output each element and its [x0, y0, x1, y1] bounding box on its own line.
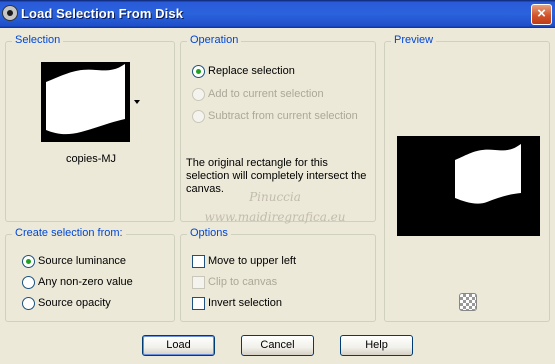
cancel-button[interactable]: Cancel: [241, 335, 314, 356]
dialog-window: Load Selection From Disk × Selection cop…: [0, 0, 555, 364]
transparency-toggle-icon[interactable]: [459, 293, 477, 311]
preview-wave-shape: [397, 136, 540, 236]
checkbox[interactable]: [192, 296, 205, 310]
radio-any-non-zero[interactable]: Any non-zero value: [22, 275, 133, 291]
radio-add-to-selection: Add to current selection: [192, 87, 324, 103]
radio-source-luminance[interactable]: Source luminance: [22, 254, 126, 270]
operation-group: Operation Replace selection Add to curre…: [180, 34, 376, 222]
operation-group-title: Operation: [187, 34, 242, 46]
radio-button[interactable]: [22, 275, 35, 289]
radio-button: [192, 109, 205, 123]
load-button[interactable]: Load: [142, 335, 215, 356]
window-title: Load Selection From Disk: [21, 6, 184, 21]
app-icon: [2, 5, 18, 21]
selection-name: copies-MJ: [65, 153, 117, 165]
options-group: Options Move to upper left Clip to canva…: [180, 227, 376, 322]
checkbox-clip-to-canvas: Clip to canvas: [192, 275, 277, 291]
wave-shape-image: [41, 62, 130, 142]
checkbox-invert-selection[interactable]: Invert selection: [192, 296, 282, 312]
preview-group: Preview: [384, 34, 550, 322]
radio-button: [192, 87, 205, 101]
radio-button[interactable]: [192, 64, 205, 78]
radio-button[interactable]: [22, 254, 35, 268]
selection-thumbnail: [41, 62, 130, 142]
radio-subtract-selection: Subtract from current selection: [192, 109, 358, 125]
create-selection-group: Create selection from: Source luminance …: [5, 227, 175, 322]
selection-group-title: Selection: [12, 34, 64, 46]
chevron-down-icon: [134, 100, 140, 104]
preview-group-title: Preview: [391, 34, 437, 46]
radio-replace-selection[interactable]: Replace selection: [192, 64, 295, 80]
checkbox[interactable]: [192, 254, 205, 268]
close-button[interactable]: ×: [531, 4, 552, 25]
preview-image: [397, 136, 540, 236]
title-bar: Load Selection From Disk ×: [0, 0, 555, 28]
selection-group: Selection copies-MJ: [5, 34, 175, 222]
operation-note: The original rectangle for this selectio…: [186, 157, 367, 195]
options-group-title: Options: [187, 227, 231, 239]
selection-dropdown[interactable]: [41, 62, 146, 146]
create-selection-group-title: Create selection from:: [12, 227, 126, 239]
checkbox-move-upper-left[interactable]: Move to upper left: [192, 254, 296, 270]
checkbox: [192, 275, 205, 289]
radio-source-opacity[interactable]: Source opacity: [22, 296, 111, 312]
radio-button[interactable]: [22, 296, 35, 310]
help-button[interactable]: Help: [340, 335, 413, 356]
